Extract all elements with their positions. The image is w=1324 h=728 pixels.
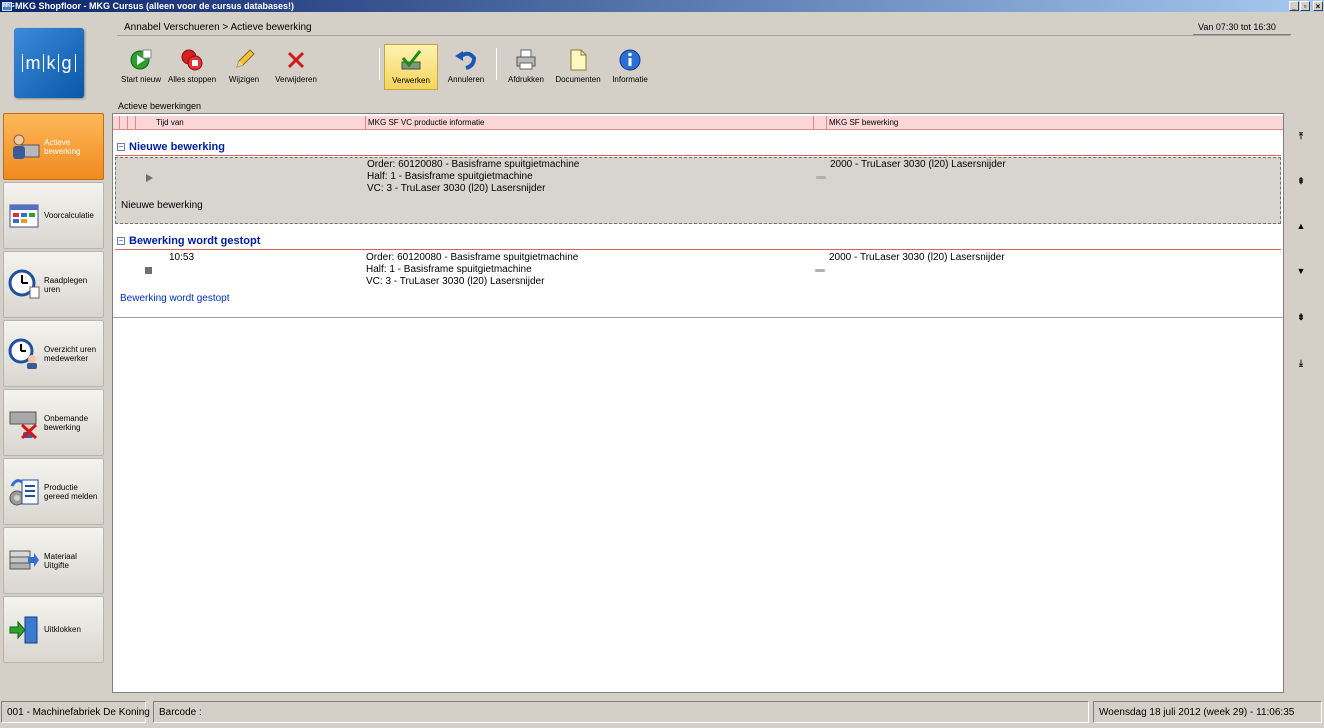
undo-icon xyxy=(454,48,478,72)
pencil-icon xyxy=(232,48,256,72)
sidebar-item-raadplegen-uren[interactable]: Raadplegen uren xyxy=(3,251,104,318)
scroll-bottom-icon[interactable]: ⤓ xyxy=(1294,356,1308,370)
clock-icon xyxy=(8,269,40,301)
group-header-bewerking-wordt-gestopt[interactable]: − Bewerking wordt gestopt xyxy=(115,233,1281,250)
play-icon xyxy=(146,174,153,182)
calculation-grid-icon xyxy=(8,200,40,232)
restore-button[interactable]: ▫ xyxy=(1300,1,1310,11)
active-operations-grid: Tijd van MKG SF VC productie informatie … xyxy=(112,113,1284,693)
sidebar-item-actieve-bewerking[interactable]: Actieve bewerking xyxy=(3,113,104,180)
header-divider xyxy=(117,35,1290,36)
printer-icon xyxy=(514,48,538,72)
datetime-status: Woensdag 18 juli 2012 (week 29) - 11:06:… xyxy=(1093,701,1322,723)
clock-out-icon xyxy=(8,614,40,646)
time-cell: 10:53 xyxy=(169,252,195,263)
document-icon xyxy=(566,48,590,72)
sidebar-item-overzicht-uren-medewerker[interactable]: Overzicht uren medewerker xyxy=(3,320,104,387)
minimize-button[interactable]: _ xyxy=(1289,1,1299,11)
table-row[interactable]: Order: 60120080 - Basisframe spuitgietma… xyxy=(115,157,1281,224)
process-button[interactable]: Verwerken xyxy=(384,44,438,90)
print-button[interactable]: Afdrukken xyxy=(506,44,546,90)
sidebar-item-voorcalculatie[interactable]: Voorcalculatie xyxy=(3,182,104,249)
page-down-icon[interactable]: ⇟ xyxy=(1294,310,1308,324)
collapse-icon[interactable]: − xyxy=(117,237,125,245)
operation-cell: 2000 - TruLaser 3030 (l20) Lasersnijder xyxy=(829,252,1005,263)
worker-machine-icon xyxy=(8,131,40,163)
company-status: 001 - Machinefabriek De Koning xyxy=(1,701,150,723)
cancel-button[interactable]: Annuleren xyxy=(447,44,485,90)
column-header-row: Tijd van MKG SF VC productie informatie … xyxy=(113,116,1283,130)
start-new-icon xyxy=(129,48,153,72)
toolbar-separator xyxy=(496,48,497,80)
sidebar-item-materiaal-uitgifte[interactable]: Materiaal Uitgifte xyxy=(3,527,104,594)
sidebar-item-onbemande-bewerking[interactable]: Onbemande bewerking xyxy=(3,389,104,456)
window-title: MKG Shopfloor - MKG Cursus (alleen voor … xyxy=(15,1,295,11)
stop-all-button[interactable]: Alles stoppen xyxy=(168,44,216,90)
page-up-icon[interactable]: ⇞ xyxy=(1294,174,1308,188)
line-down-icon[interactable]: ▼ xyxy=(1294,264,1308,278)
row-status-label: Nieuwe bewerking xyxy=(121,200,203,211)
window-title-bar: MKG MKG Shopfloor - MKG Cursus (alleen v… xyxy=(0,0,1324,12)
barcode-field[interactable]: Barcode : xyxy=(153,701,1089,723)
toolbar-separator xyxy=(379,48,380,80)
column-header-productie-informatie[interactable]: MKG SF VC productie informatie xyxy=(368,118,484,127)
breadcrumb: Annabel Verschueren > Actieve bewerking xyxy=(124,22,312,33)
collapse-icon[interactable]: − xyxy=(117,143,125,151)
process-check-icon xyxy=(399,49,423,73)
production-info: Order: 60120080 - Basisframe spuitgietma… xyxy=(366,252,579,287)
start-new-button[interactable]: Start nieuw xyxy=(120,44,162,90)
resize-grip-icon xyxy=(815,269,825,272)
material-issue-icon xyxy=(8,545,40,577)
scroll-top-icon[interactable]: ⤒ xyxy=(1294,129,1308,143)
sidebar-item-uitklokken[interactable]: Uitklokken xyxy=(3,596,104,663)
time-slot: Van 07:30 tot 16:30 xyxy=(1193,18,1291,35)
app-icon: MKG xyxy=(2,1,15,11)
panel-title: Actieve bewerkingen xyxy=(118,101,202,111)
mkg-logo: mkg xyxy=(14,28,84,98)
unmanned-machine-icon xyxy=(8,407,40,439)
resize-grip-icon xyxy=(816,176,826,179)
sidebar-item-productie-gereed-melden[interactable]: Productie gereed melden xyxy=(3,458,104,525)
table-row[interactable]: 10:53 Order: 60120080 - Basisframe spuit… xyxy=(115,251,1281,307)
stop-all-icon xyxy=(180,48,204,72)
stop-icon xyxy=(145,267,152,274)
info-icon xyxy=(618,48,642,72)
row-status-label: Bewerking wordt gestopt xyxy=(120,293,230,304)
group-header-nieuwe-bewerking[interactable]: − Nieuwe bewerking xyxy=(115,139,1281,156)
window-controls: _ ▫ × xyxy=(1289,1,1323,11)
column-header-tijd-van[interactable]: Tijd van xyxy=(156,118,184,127)
sidebar: Actieve bewerking Voorcalculatie Raadple… xyxy=(3,113,104,665)
line-up-icon[interactable]: ▲ xyxy=(1294,219,1308,233)
information-button[interactable]: Informatie xyxy=(611,44,649,90)
close-window-button[interactable]: × xyxy=(1313,1,1323,11)
delete-button[interactable]: Verwijderen xyxy=(274,44,318,90)
column-header-bewerking[interactable]: MKG SF bewerking xyxy=(829,118,898,127)
documents-button[interactable]: Documenten xyxy=(555,44,601,90)
delete-x-icon xyxy=(284,48,308,72)
edit-button[interactable]: Wijzigen xyxy=(226,44,262,90)
clock-person-icon xyxy=(8,338,40,370)
production-info: Order: 60120080 - Basisframe spuitgietma… xyxy=(367,159,580,194)
production-done-icon xyxy=(8,476,40,508)
grid-end-divider xyxy=(113,317,1283,318)
operation-cell: 2000 - TruLaser 3030 (l20) Lasersnijder xyxy=(830,159,1006,170)
